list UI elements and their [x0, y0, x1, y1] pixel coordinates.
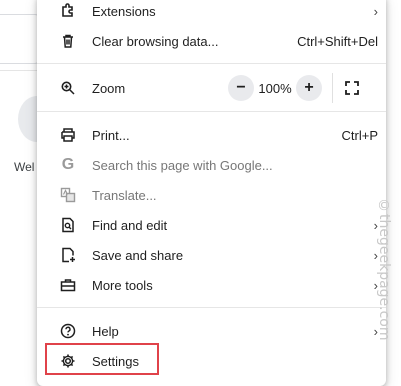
menu-item-label: Translate...	[92, 187, 157, 203]
zoom-icon	[59, 79, 77, 97]
fullscreen-button[interactable]	[339, 75, 365, 101]
menu-item-label: Extensions	[92, 3, 156, 19]
menu-divider	[37, 111, 386, 112]
menu-item-label: Zoom	[92, 80, 126, 96]
menu-item-zoom: Zoom − 100% +	[37, 73, 386, 103]
help-icon	[59, 322, 77, 340]
menu-item-translate[interactable]: Translate...	[37, 180, 386, 210]
menu-item-more-tools[interactable]: More tools ›	[37, 270, 386, 300]
settings-highlight-box	[45, 343, 159, 375]
menu-item-find-and-edit[interactable]: Find and edit ›	[37, 210, 386, 240]
zoom-separator	[332, 73, 333, 103]
watermark: ©thegeekpage.com	[376, 198, 392, 341]
menu-item-clear-browsing-data[interactable]: Clear browsing data... Ctrl+Shift+Del	[37, 26, 386, 56]
menu-item-help[interactable]: Help ›	[37, 316, 386, 346]
keyboard-shortcut: Ctrl+Shift+Del	[297, 33, 378, 49]
chevron-right-icon: ›	[373, 3, 378, 19]
menu-divider	[37, 307, 386, 308]
chrome-main-menu: Extensions › Clear browsing data... Ctrl…	[37, 0, 386, 386]
find-page-icon	[59, 216, 77, 234]
menu-item-print[interactable]: Print... Ctrl+P	[37, 120, 386, 150]
menu-item-search-with-google[interactable]: G Search this page with Google...	[37, 150, 386, 180]
menu-divider	[37, 63, 386, 64]
save-page-icon	[59, 246, 77, 264]
menu-item-extensions[interactable]: Extensions ›	[37, 0, 386, 26]
translate-icon	[59, 186, 77, 204]
menu-item-label: Print...	[92, 127, 130, 143]
menu-item-label: Help	[92, 323, 119, 339]
background-divider	[0, 70, 38, 71]
menu-item-save-and-share[interactable]: Save and share ›	[37, 240, 386, 270]
menu-item-label: Find and edit	[92, 217, 168, 233]
zoom-controls: − 100% +	[228, 73, 365, 103]
puzzle-icon	[59, 2, 77, 20]
menu-item-label: Save and share	[92, 247, 184, 263]
zoom-in-button[interactable]: +	[296, 75, 322, 101]
menu-item-label: More tools	[92, 277, 153, 293]
background-label: Wel	[14, 160, 35, 174]
printer-icon	[59, 126, 77, 144]
keyboard-shortcut: Ctrl+P	[341, 127, 378, 143]
menu-item-label: Clear browsing data...	[92, 33, 219, 49]
toolbox-icon	[59, 276, 77, 294]
menu-item-label: Search this page with Google...	[92, 157, 273, 173]
google-g-icon: G	[61, 156, 75, 173]
zoom-out-button[interactable]: −	[228, 75, 254, 101]
zoom-level: 100%	[258, 80, 292, 96]
background-card	[0, 14, 41, 64]
trash-icon	[59, 32, 77, 50]
fullscreen-icon	[345, 81, 359, 95]
